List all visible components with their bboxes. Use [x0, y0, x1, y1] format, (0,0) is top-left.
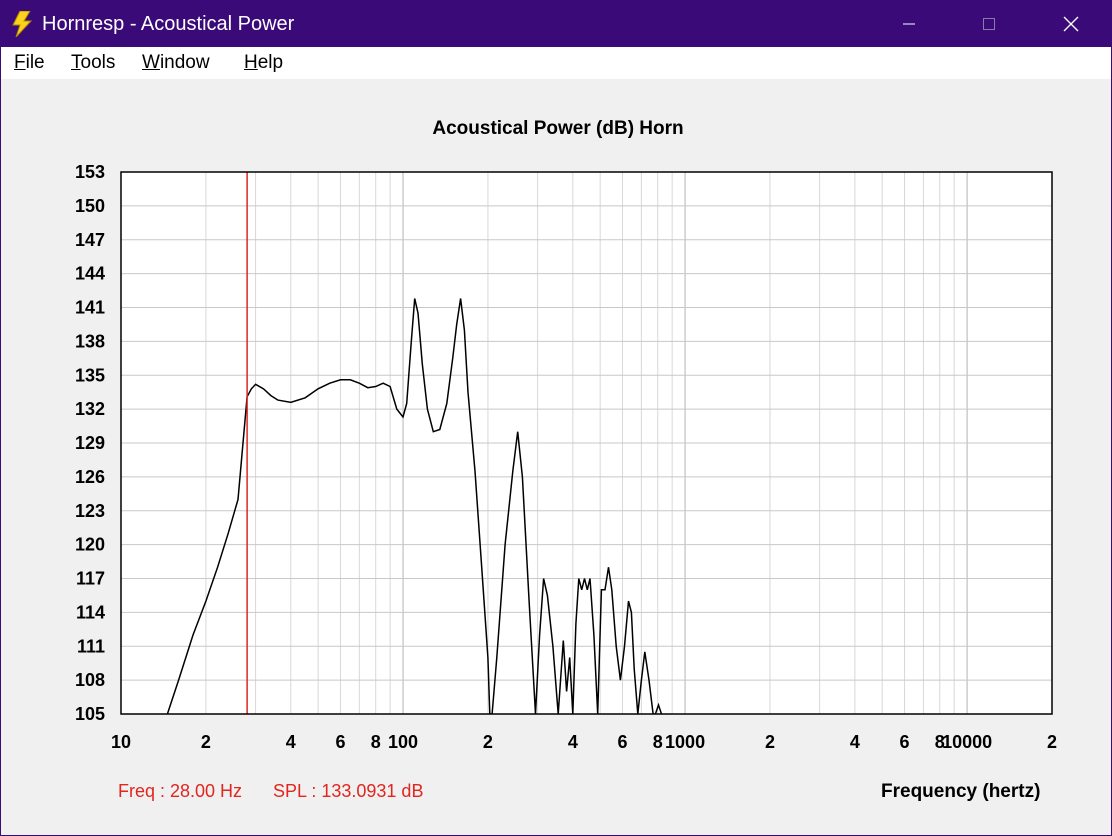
spl-readout: SPL : 133.0931 dB	[273, 781, 424, 801]
x-tick-label: 6	[900, 732, 910, 752]
x-tick-label: 2	[1047, 732, 1057, 752]
app-window: Hornresp - Acoustical Power File Tools W…	[0, 0, 1112, 836]
y-tick-label: 129	[75, 433, 105, 453]
x-tick-label: 2	[201, 732, 211, 752]
chart-title: Acoustical Power (dB) Horn	[432, 118, 683, 139]
y-tick-label: 147	[75, 230, 105, 250]
x-tick-label: 1000	[665, 732, 705, 752]
y-tick-label: 144	[75, 264, 105, 284]
x-tick-label: 4	[286, 732, 296, 752]
y-tick-label: 111	[77, 636, 105, 656]
acoustical-power-chart[interactable]: Acoustical Power (dB) Horn 153 150 147 144 14…	[1, 1, 1111, 835]
x-tick-label: 2	[765, 732, 775, 752]
y-tick-label: 153	[75, 162, 105, 182]
y-tick-label: 141	[75, 298, 105, 318]
x-tick-label: 100	[388, 732, 418, 752]
y-tick-label: 105	[75, 704, 105, 724]
y-tick-label: 120	[75, 535, 105, 555]
y-tick-label: 114	[76, 602, 105, 622]
x-tick-label: 4	[850, 732, 860, 752]
y-tick-label: 138	[75, 331, 105, 351]
y-tick-label: 135	[75, 365, 105, 385]
y-tick-label: 117	[76, 569, 105, 589]
x-tick-label: 10000	[942, 732, 992, 752]
x-tick-label: 6	[617, 732, 627, 752]
y-tick-label: 123	[75, 501, 105, 521]
x-tick-label: 8	[653, 732, 663, 752]
x-tick-label: 4	[568, 732, 578, 752]
freq-readout: Freq : 28.00 Hz	[118, 781, 243, 801]
x-tick-label: 2	[483, 732, 493, 752]
y-tick-label: 126	[75, 467, 105, 487]
x-tick-label: 6	[335, 732, 345, 752]
x-axis-title: Frequency (hertz)	[881, 781, 1041, 802]
x-tick-label: 10	[111, 732, 131, 752]
y-tick-label: 132	[75, 399, 105, 419]
y-tick-label: 150	[75, 196, 105, 216]
x-tick-label: 8	[371, 732, 381, 752]
y-tick-label: 108	[75, 670, 105, 690]
